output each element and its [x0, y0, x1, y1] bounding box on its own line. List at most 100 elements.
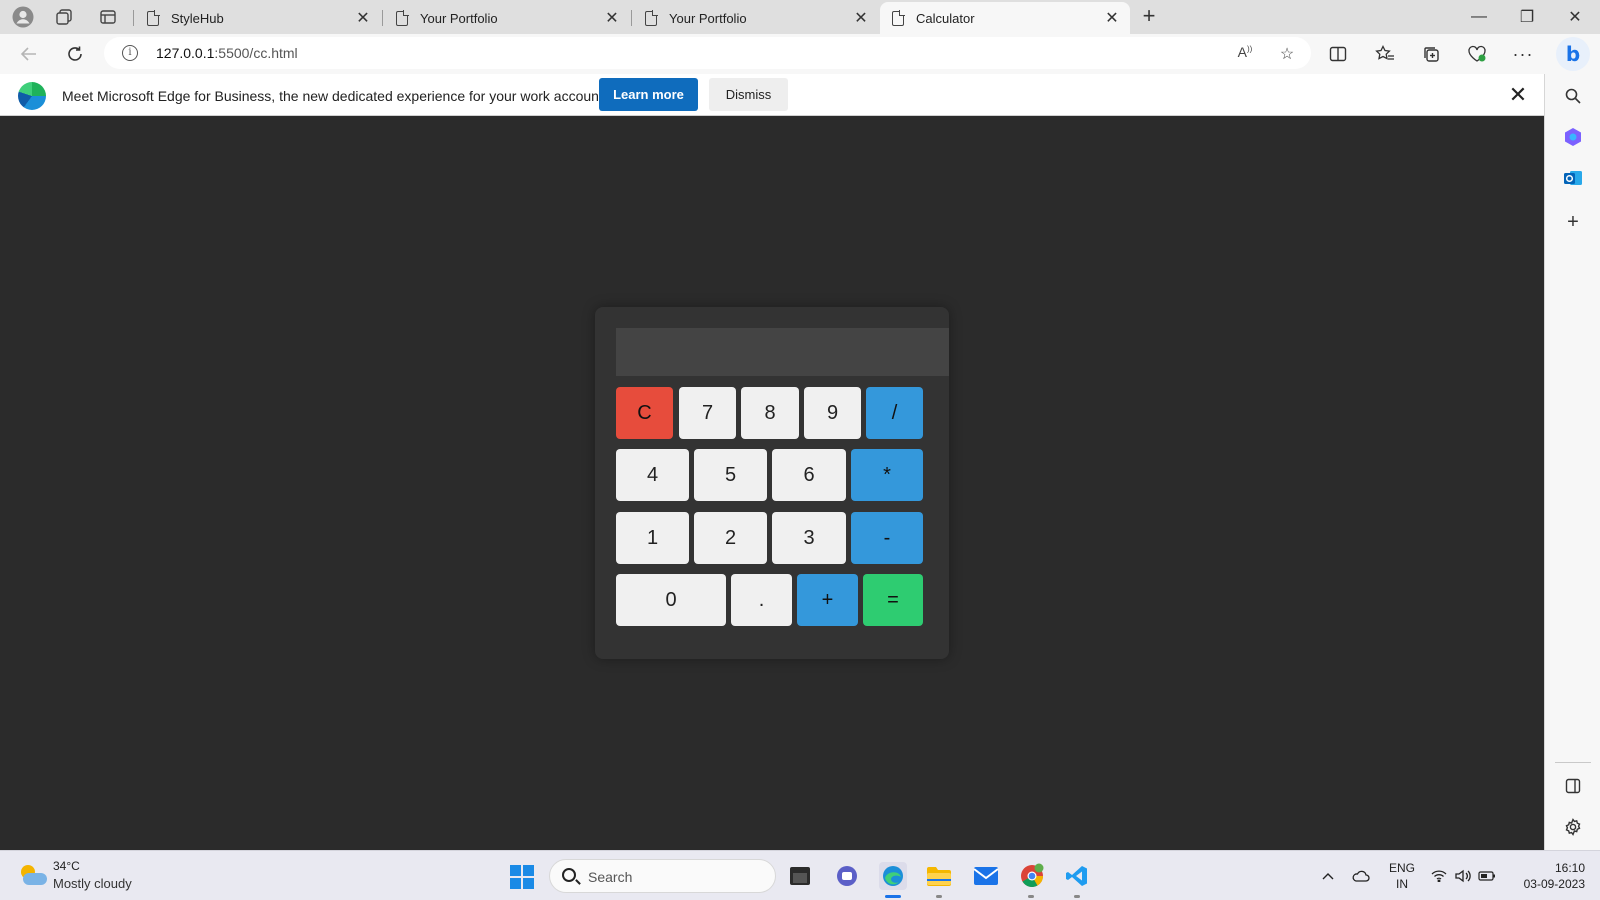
teams-chat-icon[interactable]: [833, 862, 861, 890]
read-aloud-icon[interactable]: A)): [1234, 44, 1256, 60]
edge-logo-icon: [18, 82, 46, 110]
weather-temperature[interactable]: 34°C: [53, 859, 80, 873]
split-screen-icon[interactable]: [1326, 42, 1350, 66]
workspaces-icon[interactable]: [52, 5, 76, 29]
restore-button[interactable]: ❐: [1504, 2, 1550, 32]
search-icon[interactable]: [1561, 84, 1585, 108]
show-hidden-icons-chevron-icon[interactable]: [1319, 867, 1337, 885]
divide-button[interactable]: /: [866, 387, 923, 439]
tab-separator: [133, 10, 134, 26]
profile-icon[interactable]: [11, 5, 35, 29]
edge-sidebar: +: [1544, 74, 1600, 850]
onedrive-cloud-icon[interactable]: [1352, 867, 1370, 885]
tab-separator: [631, 10, 632, 26]
tab-actions-icon[interactable]: [96, 5, 120, 29]
app-running-indicator: [1028, 895, 1034, 898]
folder-icon[interactable]: [925, 862, 953, 890]
add-icon[interactable]: +: [1561, 210, 1585, 234]
key-7[interactable]: 7: [679, 387, 736, 439]
active-app-indicator: [885, 895, 901, 898]
infobar-message: Meet Microsoft Edge for Business, the ne…: [62, 88, 607, 104]
close-icon[interactable]: ✕: [353, 8, 373, 28]
windows-start-icon[interactable]: [510, 865, 534, 889]
tab-calculator[interactable]: Calculator ✕: [880, 2, 1130, 34]
clear-button[interactable]: C: [616, 387, 673, 439]
settings-icon[interactable]: [1561, 815, 1585, 839]
favorite-star-icon[interactable]: ☆: [1276, 44, 1298, 64]
plus-button[interactable]: +: [797, 574, 858, 626]
page-icon: [147, 9, 160, 26]
more-icon[interactable]: ···: [1511, 42, 1535, 66]
key-5[interactable]: 5: [694, 449, 767, 501]
collections-icon[interactable]: [1419, 42, 1443, 66]
sidebar-toggle-icon[interactable]: [1561, 774, 1585, 798]
search-icon: [562, 868, 576, 882]
site-info-icon[interactable]: i: [122, 45, 138, 61]
wifi-icon[interactable]: [1430, 867, 1448, 885]
page-icon: [396, 9, 409, 26]
system-clock[interactable]: 16:10 03-09-2023: [1513, 860, 1585, 892]
key-0[interactable]: 0: [616, 574, 726, 626]
tab-title: Your Portfolio: [669, 10, 747, 26]
mail-icon[interactable]: [972, 862, 1000, 890]
chrome-icon[interactable]: [1018, 862, 1046, 890]
key-3[interactable]: 3: [772, 512, 846, 564]
calculator: C 7 8 9 / 4 5 6 * 1 2 3 - 0 . + =: [595, 307, 949, 659]
vscode-icon[interactable]: [1063, 862, 1091, 890]
bing-copilot-icon[interactable]: b: [1556, 37, 1590, 71]
tab-title: Calculator: [916, 10, 975, 26]
minimize-button[interactable]: —: [1456, 2, 1502, 32]
back-icon[interactable]: [15, 41, 43, 67]
favorites-icon[interactable]: [1373, 42, 1397, 66]
weather-cloud-icon[interactable]: [19, 865, 47, 887]
app-running-indicator: [936, 895, 942, 898]
edge-business-infobar: Meet Microsoft Edge for Business, the ne…: [0, 74, 1544, 116]
calculator-display[interactable]: [616, 328, 949, 376]
taskbar: 34°C Mostly cloudy Search ENG IN 16:10 0…: [0, 850, 1600, 900]
close-icon[interactable]: ✕: [1506, 82, 1530, 108]
multiply-button[interactable]: *: [851, 449, 923, 501]
key-2[interactable]: 2: [694, 512, 767, 564]
key-6[interactable]: 6: [772, 449, 846, 501]
key-4[interactable]: 4: [616, 449, 689, 501]
close-icon[interactable]: ✕: [851, 8, 871, 28]
file-explorer-icon[interactable]: [786, 862, 814, 890]
app-running-indicator: [1074, 895, 1080, 898]
key-1[interactable]: 1: [616, 512, 689, 564]
decimal-button[interactable]: .: [731, 574, 792, 626]
refresh-icon[interactable]: [61, 41, 89, 67]
dismiss-button[interactable]: Dismiss: [709, 78, 788, 111]
volume-icon[interactable]: [1454, 867, 1472, 885]
minus-button[interactable]: -: [851, 512, 923, 564]
equals-button[interactable]: =: [863, 574, 923, 626]
tab-strip: StyleHub ✕ Your Portfolio ✕ Your Portfol…: [0, 0, 1600, 34]
tab-separator: [382, 10, 383, 26]
close-icon[interactable]: ✕: [1102, 8, 1122, 28]
tab-title: Your Portfolio: [420, 10, 498, 26]
copilot-apps-icon[interactable]: [1561, 125, 1585, 149]
close-icon[interactable]: ✕: [602, 8, 622, 28]
learn-more-button[interactable]: Learn more: [599, 78, 698, 111]
weather-description[interactable]: Mostly cloudy: [53, 876, 132, 891]
outlook-icon[interactable]: [1561, 166, 1585, 190]
key-8[interactable]: 8: [741, 387, 799, 439]
window-close-button[interactable]: ✕: [1552, 2, 1598, 32]
url-text[interactable]: 127.0.0.1:5500/cc.html: [156, 45, 298, 61]
taskbar-search[interactable]: Search: [549, 859, 776, 893]
sidebar-divider: [1555, 762, 1591, 763]
page-icon: [892, 9, 905, 26]
address-bar: i 127.0.0.1:5500/cc.html A)) ☆ ··· b: [0, 34, 1600, 74]
tab-title: StyleHub: [171, 10, 224, 26]
tab-stylehub[interactable]: StyleHub ✕: [135, 2, 381, 34]
key-9[interactable]: 9: [804, 387, 861, 439]
search-label: Search: [588, 869, 633, 885]
new-tab-button[interactable]: +: [1137, 3, 1161, 29]
tab-portfolio[interactable]: Your Portfolio ✕: [384, 2, 630, 34]
tab-portfolio-2[interactable]: Your Portfolio ✕: [633, 2, 879, 34]
battery-icon[interactable]: [1478, 867, 1496, 885]
edge-icon[interactable]: [879, 862, 907, 890]
page-icon: [645, 9, 658, 26]
language-indicator[interactable]: ENG IN: [1389, 860, 1415, 892]
browser-essentials-icon[interactable]: [1465, 42, 1489, 66]
url-bar[interactable]: i 127.0.0.1:5500/cc.html A)) ☆: [104, 37, 1311, 69]
